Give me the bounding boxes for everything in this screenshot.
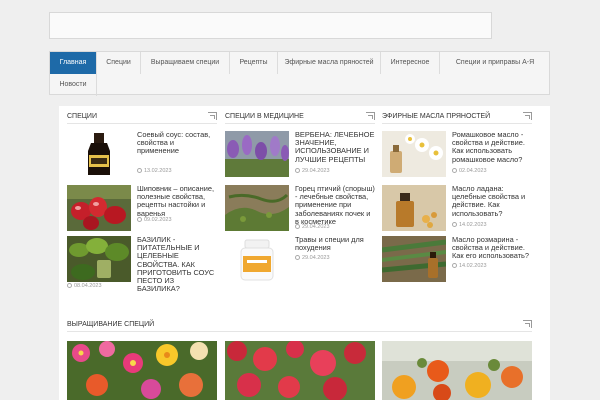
item-date: 29.04.2023 (295, 255, 330, 261)
clock-icon (137, 168, 142, 173)
frankincense-oil-thumbnail[interactable] (382, 185, 446, 231)
clock-icon (295, 168, 300, 173)
clock-icon (137, 217, 142, 222)
item-date: 14.02.2023 (452, 263, 487, 269)
list-item[interactable]: Шиповник – описание, полезные свойства, … (67, 184, 217, 231)
nav-item-essential-oils[interactable]: Эфирные масла пряностей (278, 52, 381, 74)
column-header-spices: СПЕЦИИ (67, 110, 217, 124)
basil-thumbnail[interactable] (67, 236, 131, 282)
nav-item-growing[interactable]: Выращиваем специи (141, 52, 230, 74)
item-title[interactable]: БАЗИЛИК - ПИТАТЕЛЬНЫЕ И ЦЕЛЕБНЫЕ СВОЙСТВ… (137, 235, 217, 293)
rss-icon[interactable] (523, 320, 532, 328)
list-item[interactable]: БАЗИЛИК - ПИТАТЕЛЬНЫЕ И ЦЕЛЕБНЫЕ СВОЙСТВ… (67, 235, 217, 293)
nav-item-recipes[interactable]: Рецепты (230, 52, 278, 74)
item-title[interactable]: Горец птичий (спорыш) - лечебные свойств… (295, 184, 375, 226)
item-date: 02.04.2023 (452, 168, 487, 174)
chamomile-oil-thumbnail[interactable] (382, 131, 446, 177)
item-title[interactable]: Масло розмарина - свойства и действие. К… (452, 235, 532, 261)
clock-icon (452, 222, 457, 227)
item-title[interactable]: Масло ладана: целебные свойства и действ… (452, 184, 532, 218)
item-title[interactable]: Шиповник – описание, полезные свойства, … (137, 184, 217, 218)
nav-item-interesting[interactable]: Интересное (381, 52, 440, 74)
column-title[interactable]: ЭФИРНЫЕ МАСЛА ПРЯНОСТЕЙ (382, 113, 490, 120)
nasturtium-thumbnail[interactable] (382, 341, 532, 400)
verbena-thumbnail[interactable] (225, 131, 289, 177)
clock-icon (452, 263, 457, 268)
rss-icon[interactable] (523, 112, 532, 120)
item-date: 13.02.2023 (137, 168, 172, 174)
item-title[interactable]: Соевый соус: состав, свойства и применен… (137, 130, 217, 156)
bee-balm-thumbnail[interactable] (225, 341, 375, 400)
nav-item-news[interactable]: Новости (50, 74, 97, 96)
list-item[interactable]: Травы и специи для похудения 29.04.2023 (225, 235, 375, 282)
rosehip-thumbnail[interactable] (67, 185, 131, 231)
column-header-medicine: СПЕЦИИ В МЕДИЦИНЕ (225, 110, 375, 124)
nav-item-spices[interactable]: Специи (97, 52, 141, 74)
portulaca-thumbnail[interactable] (67, 341, 217, 400)
item-date: 29.04.2023 (295, 224, 330, 230)
list-item[interactable]: Масло ладана: целебные свойства и действ… (382, 184, 532, 231)
item-date: 29.04.2023 (295, 168, 330, 174)
item-date: 09.02.2023 (137, 217, 172, 223)
main-nav: Главная Специи Выращиваем специи Рецепты… (49, 51, 550, 96)
clock-icon (295, 224, 300, 229)
rss-icon[interactable] (208, 112, 217, 120)
rosemary-oil-thumbnail[interactable] (382, 236, 446, 282)
clock-icon (67, 283, 72, 288)
list-item[interactable]: Масло розмарина - свойства и действие. К… (382, 235, 532, 282)
column-title[interactable]: СПЕЦИИ (67, 113, 97, 120)
supplement-jar-thumbnail[interactable] (225, 236, 289, 282)
clock-icon (452, 168, 457, 173)
section-title[interactable]: ВЫРАЩИВАНИЕ СПЕЦИЙ (67, 321, 154, 328)
rss-icon[interactable] (366, 112, 375, 120)
soy-sauce-thumbnail[interactable] (67, 131, 131, 177)
item-title[interactable]: ВЕРБЕНА: ЛЕЧЕБНОЕ ЗНАЧЕНИЕ, ИСПОЛЬЗОВАНИ… (295, 130, 375, 164)
column-title[interactable]: СПЕЦИИ В МЕДИЦИНЕ (225, 113, 304, 120)
nav-item-home[interactable]: Главная (50, 52, 97, 74)
item-date: 08.04.2023 (67, 283, 102, 289)
item-title[interactable]: Травы и специи для похудения (295, 235, 375, 252)
column-header-essential-oils: ЭФИРНЫЕ МАСЛА ПРЯНОСТЕЙ (382, 110, 532, 124)
item-date: 14.02.2023 (452, 222, 487, 228)
section-header-growing: ВЫРАЩИВАНИЕ СПЕЦИЙ (67, 318, 532, 332)
nav-item-spices-az[interactable]: Специи и приправы А-Я (440, 52, 550, 74)
clock-icon (295, 255, 300, 260)
knotweed-thumbnail[interactable] (225, 185, 289, 231)
list-item[interactable]: Горец птичий (спорыш) - лечебные свойств… (225, 184, 375, 231)
list-item[interactable]: Ромашковое масло - свойства и действие. … (382, 130, 532, 177)
search-input[interactable] (49, 12, 492, 39)
list-item[interactable]: Соевый соус: состав, свойства и применен… (67, 130, 217, 177)
list-item[interactable]: ВЕРБЕНА: ЛЕЧЕБНОЕ ЗНАЧЕНИЕ, ИСПОЛЬЗОВАНИ… (225, 130, 375, 177)
item-title[interactable]: Ромашковое масло - свойства и действие. … (452, 130, 532, 164)
